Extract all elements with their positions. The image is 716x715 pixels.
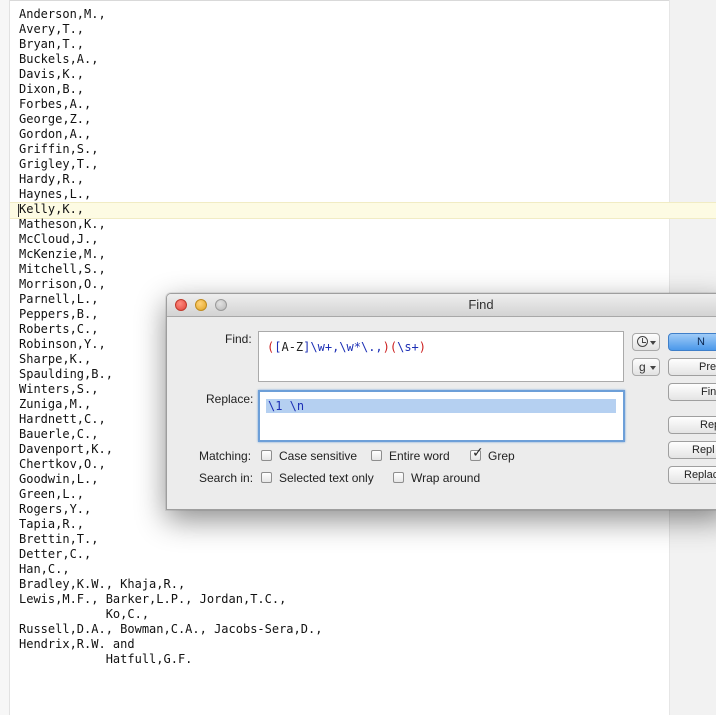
next-button[interactable]: N [668,333,716,351]
editor-line[interactable]: Buckels,A., [19,52,322,67]
editor-line[interactable]: Han,C., [19,562,322,577]
replace-input[interactable]: \1 \n [258,390,625,442]
replace-label: Replace: [206,392,254,406]
editor-line[interactable]: Gordon,A., [19,127,322,142]
dialog-title: Find [468,297,494,312]
editor-line[interactable]: Haynes,L., [19,187,322,202]
editor-line[interactable]: McKenzie,M., [19,247,322,262]
editor-line[interactable]: Brettin,T., [19,532,322,547]
wrap-around-label[interactable]: Wrap around [411,471,480,485]
editor-line[interactable]: Morrison,O., [19,277,322,292]
grep-label[interactable]: Grep [488,449,515,463]
find-dialog: Find Find: ([A-Z]\w+,\w*\.,)(\s+) Replac… [166,293,716,510]
search-in-label: Search in: [199,471,254,485]
entire-word-checkbox[interactable] [371,450,382,461]
previous-button[interactable]: Pre [668,358,716,376]
editor-line[interactable]: Mitchell,S., [19,262,322,277]
editor-line[interactable]: Hatfull,G.F. [19,652,322,667]
editor-line[interactable]: McCloud,J., [19,232,322,247]
grep-checkbox[interactable]: ✓ [470,446,484,461]
replace-input-text: \1 \n [268,399,305,413]
matching-label: Matching: [199,449,252,463]
editor-line[interactable]: Avery,T., [19,22,322,37]
editor-line[interactable]: Bradley,K.W., Khaja,R., [19,577,322,592]
editor-line[interactable]: Grigley,T., [19,157,322,172]
find-input-text: ([A-Z]\w+,\w*\.,)(\s+) [267,340,427,354]
replace-selection-highlight [266,399,616,413]
editor-line[interactable]: Russell,D.A., Bowman,C.A., Jacobs-Sera,D… [19,622,322,637]
find-label: Find: [225,332,252,346]
grep-menu-label: g [639,360,646,374]
find-input[interactable]: ([A-Z]\w+,\w*\.,)(\s+) [258,331,624,382]
editor-line[interactable]: Tapia,R., [19,517,322,532]
replace-all-button[interactable]: Replac [668,466,716,484]
editor-line[interactable]: Ko,C., [19,607,322,622]
case-sensitive-checkbox[interactable] [261,450,272,461]
editor-line[interactable]: Hardy,R., [19,172,322,187]
find-all-button[interactable]: Fin [668,383,716,401]
clock-icon [637,336,648,347]
editor-line[interactable]: Kelly,K., [19,202,322,217]
chevron-down-icon [650,341,656,345]
editor-gutter [0,0,10,715]
selected-text-only-label[interactable]: Selected text only [279,471,374,485]
editor-line[interactable]: George,Z., [19,112,322,127]
editor-line[interactable]: Anderson,M., [19,7,322,22]
editor-line[interactable]: Davis,K., [19,67,322,82]
checkmark-icon: ✓ [472,445,484,461]
editor-line[interactable]: Bryan,T., [19,37,322,52]
dialog-titlebar[interactable]: Find [167,294,716,317]
editor-line[interactable]: Matheson,K., [19,217,322,232]
editor-line[interactable]: Hendrix,R.W. and [19,637,322,652]
wrap-around-checkbox[interactable] [393,472,404,483]
grep-pattern-popup[interactable]: g [632,358,660,376]
editor-line[interactable]: Lewis,M.F., Barker,L.P., Jordan,T.C., [19,592,322,607]
editor-top-border [0,0,716,1]
replace-button[interactable]: Rep [668,416,716,434]
search-history-popup[interactable] [632,333,660,351]
case-sensitive-label[interactable]: Case sensitive [279,449,357,463]
chevron-down-icon [650,366,656,370]
editor-line[interactable]: Griffin,S., [19,142,322,157]
editor-line[interactable]: Detter,C., [19,547,322,562]
replace-and-find-button[interactable]: Repl [668,441,716,459]
editor-line[interactable]: Dixon,B., [19,82,322,97]
entire-word-label[interactable]: Entire word [389,449,450,463]
selected-text-only-checkbox[interactable] [261,472,272,483]
editor-line[interactable]: Forbes,A., [19,97,322,112]
